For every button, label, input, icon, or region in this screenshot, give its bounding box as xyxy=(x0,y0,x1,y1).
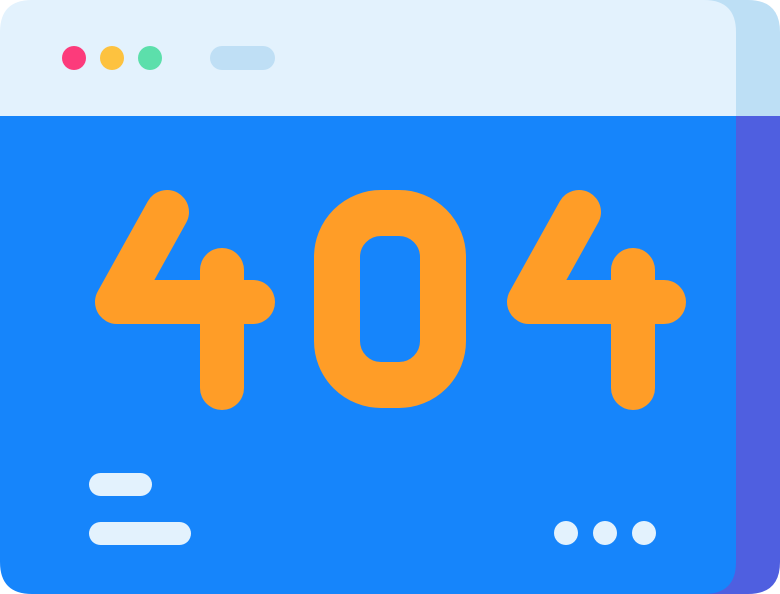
more-dots-icon[interactable] xyxy=(554,521,656,545)
maximize-dot[interactable] xyxy=(138,46,162,70)
address-bar[interactable] xyxy=(210,46,275,70)
text-line-long xyxy=(89,522,191,545)
minimize-dot[interactable] xyxy=(100,46,124,70)
close-dot[interactable] xyxy=(62,46,86,70)
browser-404-illustration: 404 xyxy=(0,0,780,594)
text-line-short xyxy=(89,473,152,496)
